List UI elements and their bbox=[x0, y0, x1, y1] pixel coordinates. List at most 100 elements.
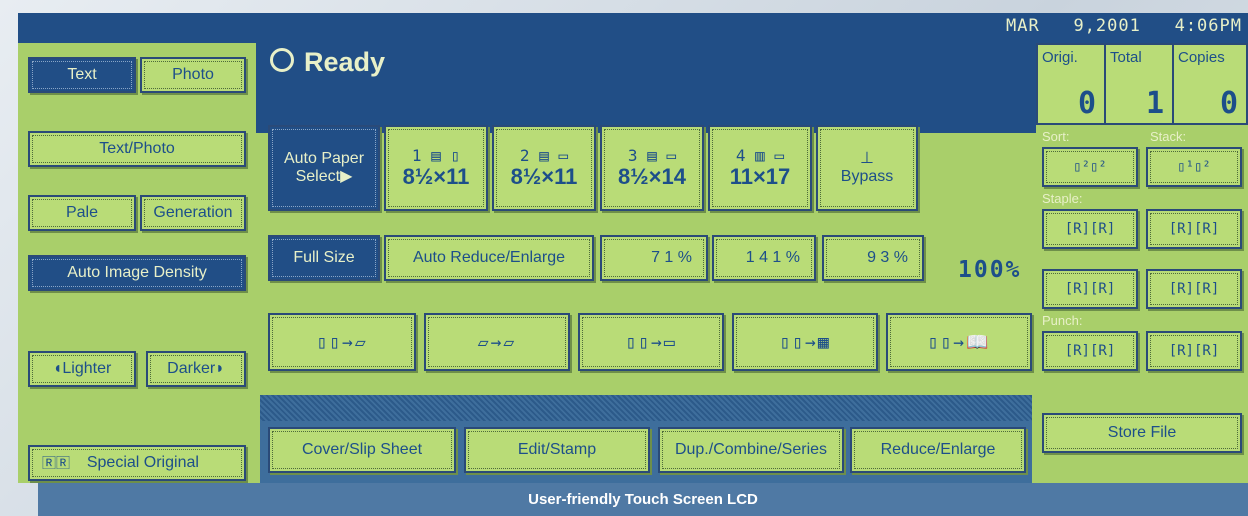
pale-mode-button[interactable]: Pale bbox=[28, 195, 136, 231]
booklet-button[interactable]: ▯▯→📖 bbox=[886, 313, 1032, 371]
staple-double-button[interactable]: [R][R] bbox=[1146, 269, 1242, 309]
duplex-1to2-button[interactable]: ▯▯→▱ bbox=[268, 313, 416, 371]
tray-1-number: 1 bbox=[411, 146, 422, 166]
punch-left-button[interactable]: [R][R] bbox=[1042, 331, 1138, 371]
tray-3-size: 8½×14 bbox=[618, 163, 686, 189]
stack-button[interactable]: ▯¹▯² bbox=[1146, 147, 1242, 187]
tab-divider-bar bbox=[260, 395, 1032, 421]
ratio-71-label: 7 1 % bbox=[651, 249, 692, 266]
tray-2-number: 2 bbox=[519, 146, 530, 166]
darker-arrow-icon: ◗ bbox=[215, 360, 225, 377]
tray-3-number: 3 bbox=[627, 146, 638, 166]
text-mode-label: Text bbox=[67, 66, 97, 83]
booklet-icon: ▯▯→📖 bbox=[927, 331, 991, 353]
ready-icon bbox=[270, 48, 294, 72]
ratio-93-button[interactable]: 9 3 % bbox=[822, 235, 924, 281]
tray-4-button[interactable]: 4 ▥ ▭ 11×17 bbox=[708, 125, 812, 211]
staple-icon: [R][R] bbox=[1064, 221, 1116, 237]
current-ratio: 100% bbox=[958, 257, 1022, 283]
text-photo-label: Text/Photo bbox=[99, 140, 175, 157]
ready-label: Ready bbox=[304, 47, 386, 77]
function-tabs-area: Cover/Slip Sheet Edit/Stamp Dup./Combine… bbox=[260, 421, 1032, 483]
tray-3-button[interactable]: 3 ▤ ▭ 8½×14 bbox=[600, 125, 704, 211]
auto-density-label: Auto Image Density bbox=[67, 264, 207, 281]
date-day: 9,2001 bbox=[1073, 16, 1141, 36]
status-bar: MAR 9,2001 4:06PM bbox=[18, 13, 1248, 43]
bypass-label: Bypass bbox=[840, 168, 894, 185]
tab-edit-stamp[interactable]: Edit/Stamp bbox=[464, 427, 650, 473]
staple-icon: [R][R] bbox=[1064, 281, 1116, 297]
one-sided-to-two-sided-icon: ▯▯→▱ bbox=[316, 331, 368, 353]
store-file-button[interactable]: Store File bbox=[1042, 413, 1242, 453]
dup-combine-label: Dup./Combine/Series bbox=[674, 441, 828, 458]
punch-icon: [R][R] bbox=[1168, 343, 1220, 359]
auto-paper-select-button[interactable]: Auto Paper Select▶ bbox=[268, 125, 380, 211]
text-mode-button[interactable]: Text bbox=[28, 57, 136, 93]
tray-2-button[interactable]: 2 ▤ ▭ 8½×11 bbox=[492, 125, 596, 211]
staple-top-left-button[interactable]: [R][R] bbox=[1042, 209, 1138, 249]
originals-counter: Origi. 0 bbox=[1038, 45, 1106, 123]
cover-slip-label: Cover/Slip Sheet bbox=[301, 441, 423, 458]
staple-icon: [R][R] bbox=[1168, 281, 1220, 297]
special-original-label: Special Original bbox=[86, 454, 199, 471]
tray-1-size: 8½×11 bbox=[402, 163, 470, 189]
edit-stamp-label: Edit/Stamp bbox=[517, 441, 597, 458]
punch-icon: [R][R] bbox=[1064, 343, 1116, 359]
ratio-141-label: 1 4 1 % bbox=[745, 249, 800, 266]
text-photo-mode-button[interactable]: Text/Photo bbox=[28, 131, 246, 167]
punch-label: Punch: bbox=[1042, 313, 1083, 328]
copies-counter: Copies 0 bbox=[1174, 45, 1246, 123]
ratio-141-button[interactable]: 1 4 1 % bbox=[712, 235, 816, 281]
copies-label: Copies bbox=[1178, 49, 1225, 66]
bypass-icon: ⊥ bbox=[860, 150, 874, 168]
copy-counters: Origi. 0 Total 1 Copies 0 bbox=[1036, 43, 1248, 125]
tab-cover-slip-sheet[interactable]: Cover/Slip Sheet bbox=[268, 427, 456, 473]
total-label: Total bbox=[1110, 49, 1142, 66]
finishing-panel: Sort: Stack: ▯²▯² ▯¹▯² Staple: [R][R] [R… bbox=[1036, 125, 1248, 483]
clock-time: 4:06PM bbox=[1174, 16, 1242, 36]
auto-image-density-button[interactable]: Auto Image Density bbox=[28, 255, 246, 291]
tray-2-size: 8½×11 bbox=[510, 163, 578, 189]
auto-paper-label: Auto Paper bbox=[283, 150, 365, 168]
sort-icon: ▯²▯² bbox=[1073, 159, 1107, 175]
date-month: MAR bbox=[1006, 16, 1040, 36]
auto-reduce-enlarge-button[interactable]: Auto Reduce/Enlarge bbox=[384, 235, 594, 281]
generation-label: Generation bbox=[153, 204, 233, 221]
total-value: 1 bbox=[1145, 86, 1164, 121]
special-original-button[interactable]: 🅁🅁 Special Original bbox=[28, 445, 246, 481]
staple-slant-button[interactable]: [R][R] bbox=[1042, 269, 1138, 309]
stack-icon: ▯¹▯² bbox=[1177, 159, 1211, 175]
originals-label: Origi. bbox=[1042, 49, 1078, 66]
tab-dup-combine-series[interactable]: Dup./Combine/Series bbox=[658, 427, 844, 473]
duplex-2to2-button[interactable]: ▱→▱ bbox=[424, 313, 570, 371]
reduce-enlarge-label: Reduce/Enlarge bbox=[880, 441, 996, 458]
play-arrow-icon: ▶ bbox=[340, 168, 353, 185]
ratio-93-label: 9 3 % bbox=[867, 249, 908, 266]
original-type-panel: Text Photo Text/Photo Pale Generation Au… bbox=[18, 43, 256, 483]
staple-icon: [R][R] bbox=[1168, 221, 1220, 237]
combine-2in1-button[interactable]: ▯▯→▭ bbox=[578, 313, 724, 371]
tray-icon: ▤ ▭ bbox=[539, 146, 569, 166]
two-sided-to-two-sided-icon: ▱→▱ bbox=[477, 331, 517, 353]
total-counter: Total 1 bbox=[1106, 45, 1174, 123]
caption-bar: User-friendly Touch Screen LCD bbox=[38, 483, 1248, 516]
punch-top-button[interactable]: [R][R] bbox=[1146, 331, 1242, 371]
special-original-icon: 🅁🅁 bbox=[42, 456, 87, 472]
generation-mode-button[interactable]: Generation bbox=[140, 195, 246, 231]
lighter-button[interactable]: ◖ Lighter bbox=[28, 351, 136, 387]
photo-mode-label: Photo bbox=[172, 66, 214, 83]
select-label: Select bbox=[295, 168, 341, 185]
darker-button[interactable]: Darker ◗ bbox=[146, 351, 246, 387]
photo-mode-button[interactable]: Photo bbox=[140, 57, 246, 93]
sort-button[interactable]: ▯²▯² bbox=[1042, 147, 1138, 187]
combine-two-pages-icon: ▯▯→▭ bbox=[625, 331, 677, 353]
combine-8in1-button[interactable]: ▯▯→▦ bbox=[732, 313, 878, 371]
ratio-71-button[interactable]: 7 1 % bbox=[600, 235, 708, 281]
staple-top-right-button[interactable]: [R][R] bbox=[1146, 209, 1242, 249]
tray-icon: ▥ ▭ bbox=[755, 146, 785, 166]
tray-1-button[interactable]: 1 ▤ ▯ 8½×11 bbox=[384, 125, 488, 211]
tab-reduce-enlarge[interactable]: Reduce/Enlarge bbox=[850, 427, 1026, 473]
tray-icon: ▤ ▯ bbox=[431, 146, 461, 166]
full-size-button[interactable]: Full Size bbox=[268, 235, 380, 281]
bypass-tray-button[interactable]: ⊥ Bypass bbox=[816, 125, 918, 211]
